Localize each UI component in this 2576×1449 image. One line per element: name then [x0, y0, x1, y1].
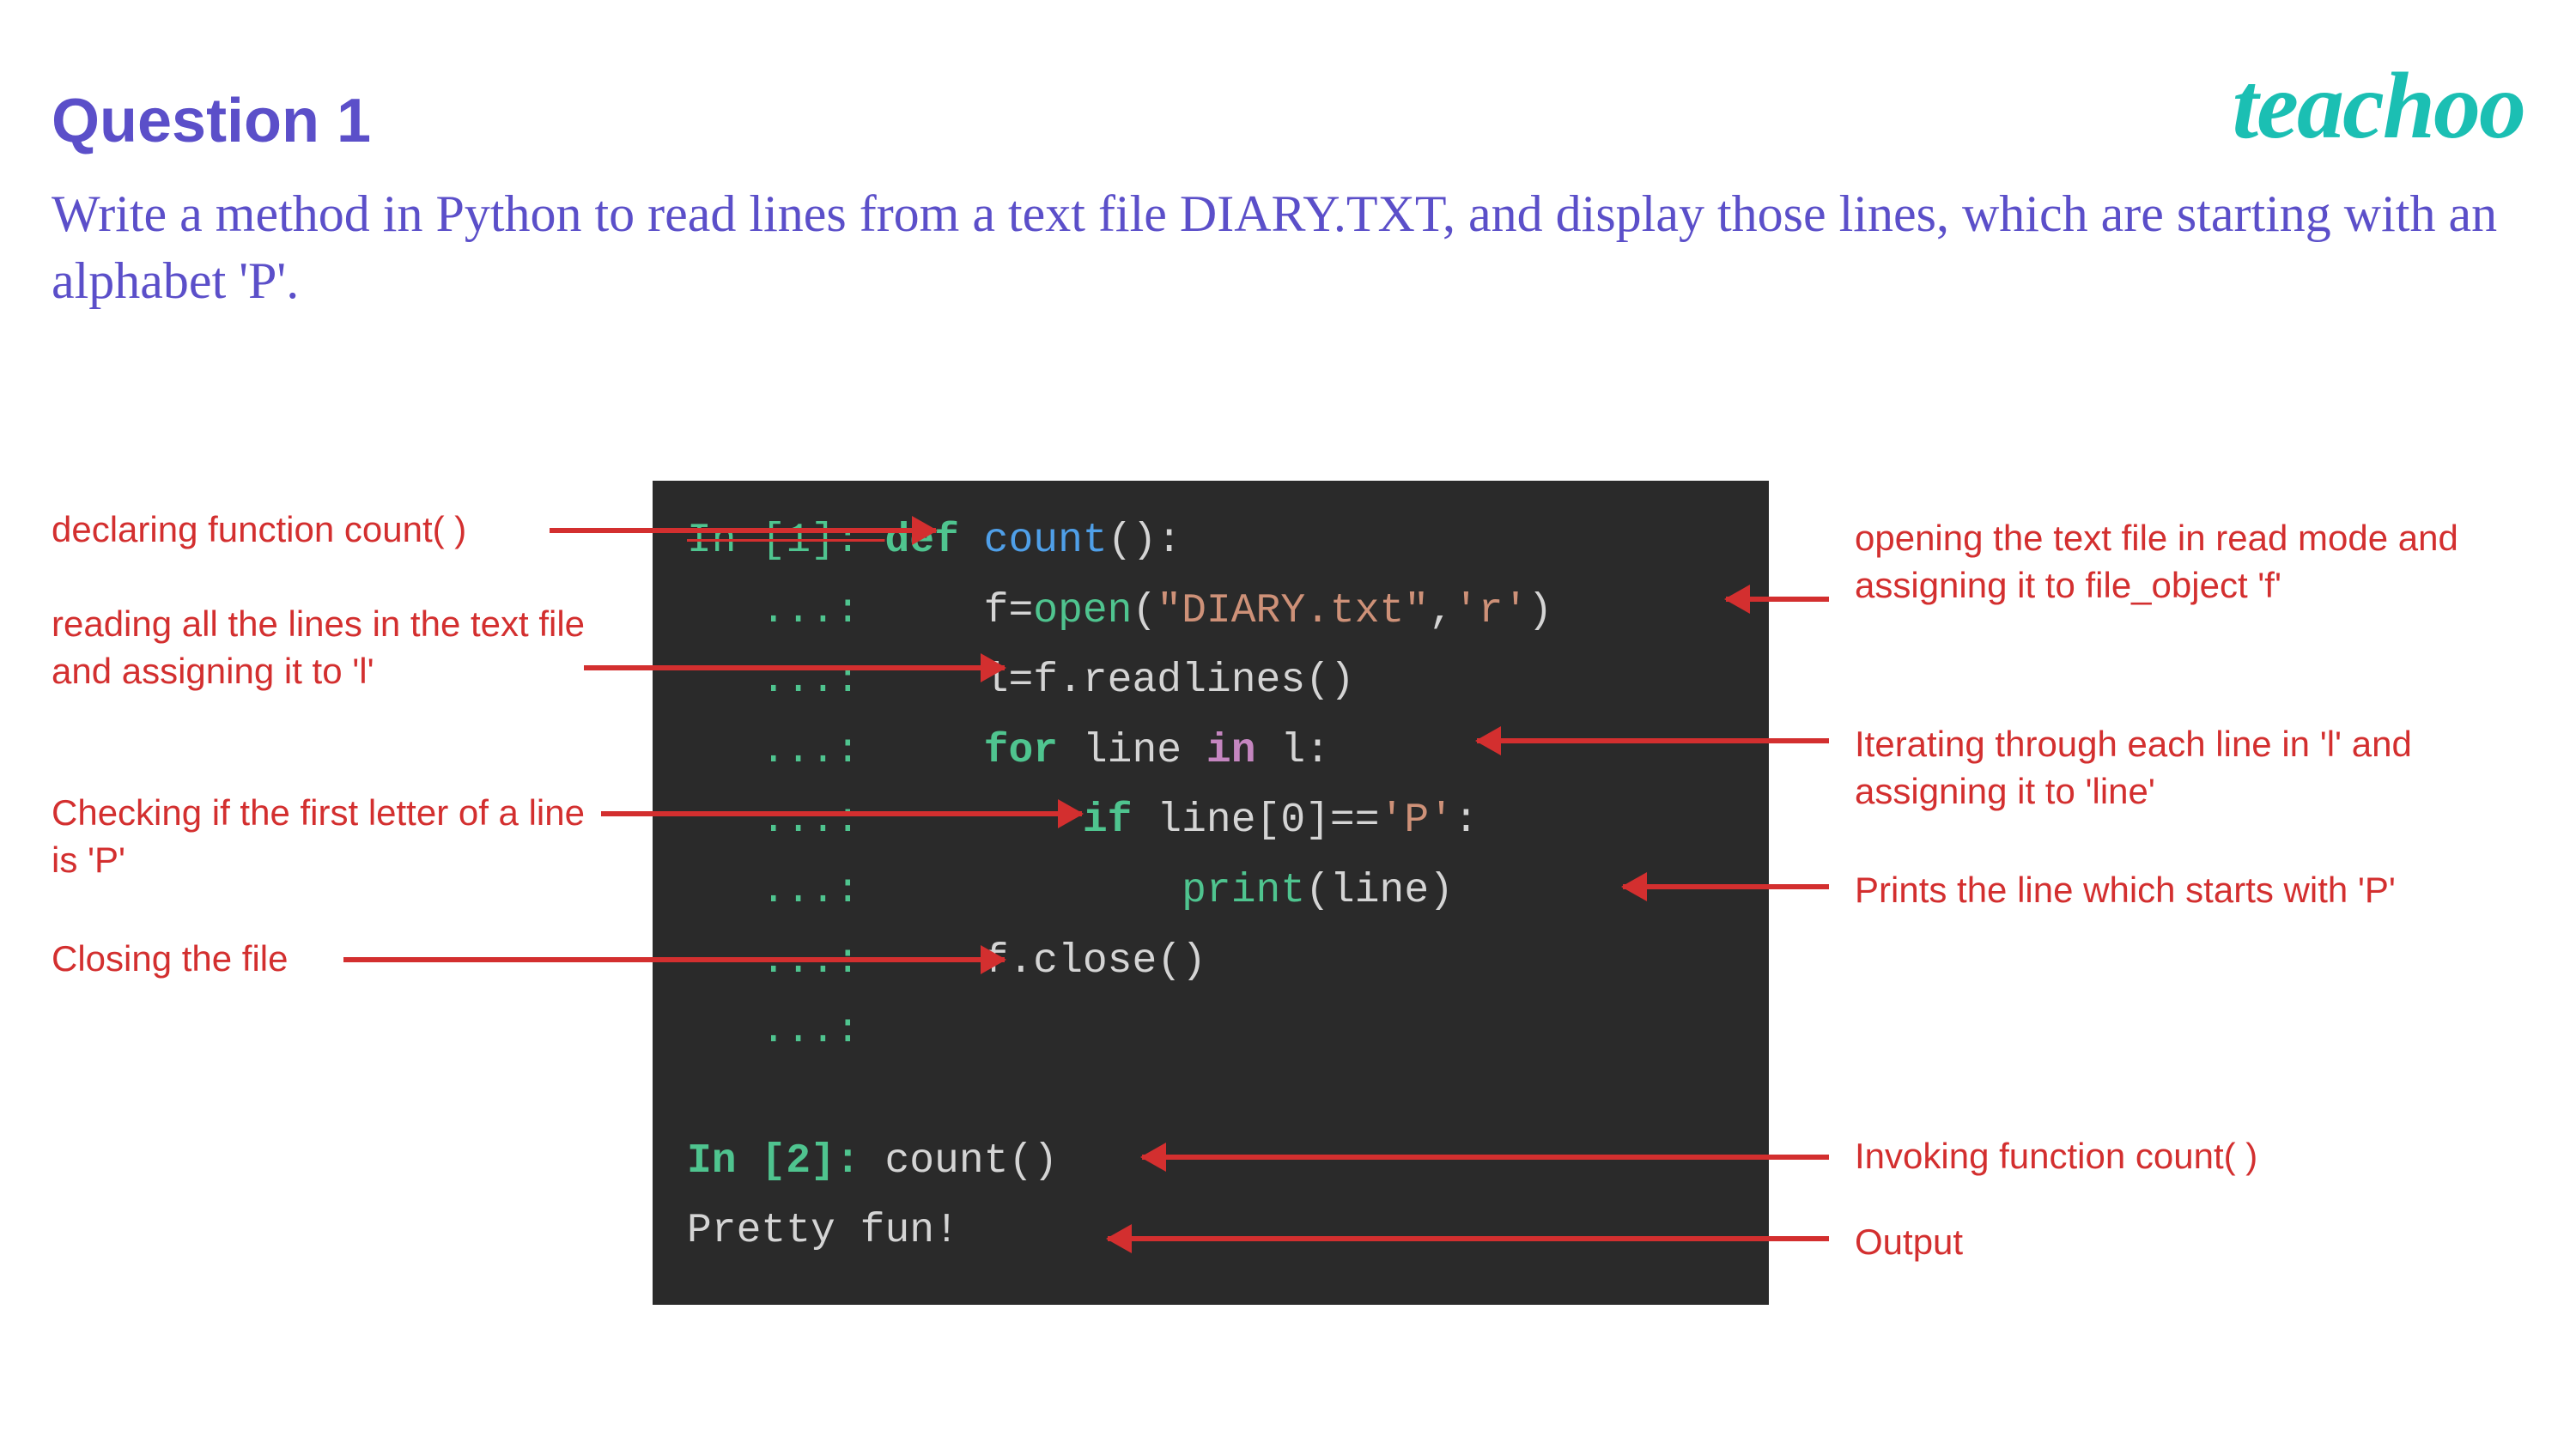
- code-line-2: ...: f=open("DIARY.txt",'r'): [687, 577, 1735, 647]
- code-line-1: In [1]: def count():: [687, 506, 1735, 577]
- annotation-iterating: Iterating through each line in 'l' and a…: [1855, 721, 2473, 815]
- arrow-icon: [343, 957, 1005, 962]
- code-line-4: ...: for line in l:: [687, 717, 1735, 787]
- arrow-icon: [550, 528, 936, 533]
- code-line-5: ...: if line[0]=='P':: [687, 786, 1735, 857]
- code-line-6: ...: print(line): [687, 857, 1735, 927]
- code-line-9: In [2]: count(): [687, 1127, 1735, 1197]
- code-blank-line: [687, 1067, 1735, 1127]
- code-line-10: Pretty fun!: [687, 1197, 1735, 1267]
- arrow-icon: [1108, 1236, 1829, 1241]
- annotation-reading: reading all the lines in the text file a…: [52, 601, 601, 694]
- code-line-8: ...:: [687, 997, 1735, 1067]
- arrow-icon: [584, 665, 1005, 670]
- arrow-icon: [601, 811, 1082, 816]
- annotation-prints: Prints the line which starts with 'P': [1855, 867, 2542, 914]
- annotation-declaring: declaring function count( ): [52, 506, 601, 554]
- question-heading: Question 1: [52, 86, 371, 156]
- annotation-output: Output: [1855, 1219, 2473, 1266]
- arrow-icon: [1726, 597, 1829, 602]
- code-line-3: ...: l=f.readlines(): [687, 646, 1735, 717]
- annotation-opening: opening the text file in read mode and a…: [1855, 515, 2473, 609]
- brand-logo: teachoo: [2233, 52, 2524, 161]
- annotation-invoking: Invoking function count( ): [1855, 1133, 2473, 1180]
- code-editor-snippet: In [1]: def count(): ...: f=open("DIARY.…: [653, 481, 1769, 1305]
- question-text: Write a method in Python to read lines f…: [52, 180, 2524, 314]
- arrow-icon: [1142, 1155, 1829, 1160]
- arrow-icon: [1477, 738, 1829, 743]
- annotation-checking: Checking if the first letter of a line i…: [52, 790, 601, 883]
- arrow-icon: [1623, 884, 1829, 889]
